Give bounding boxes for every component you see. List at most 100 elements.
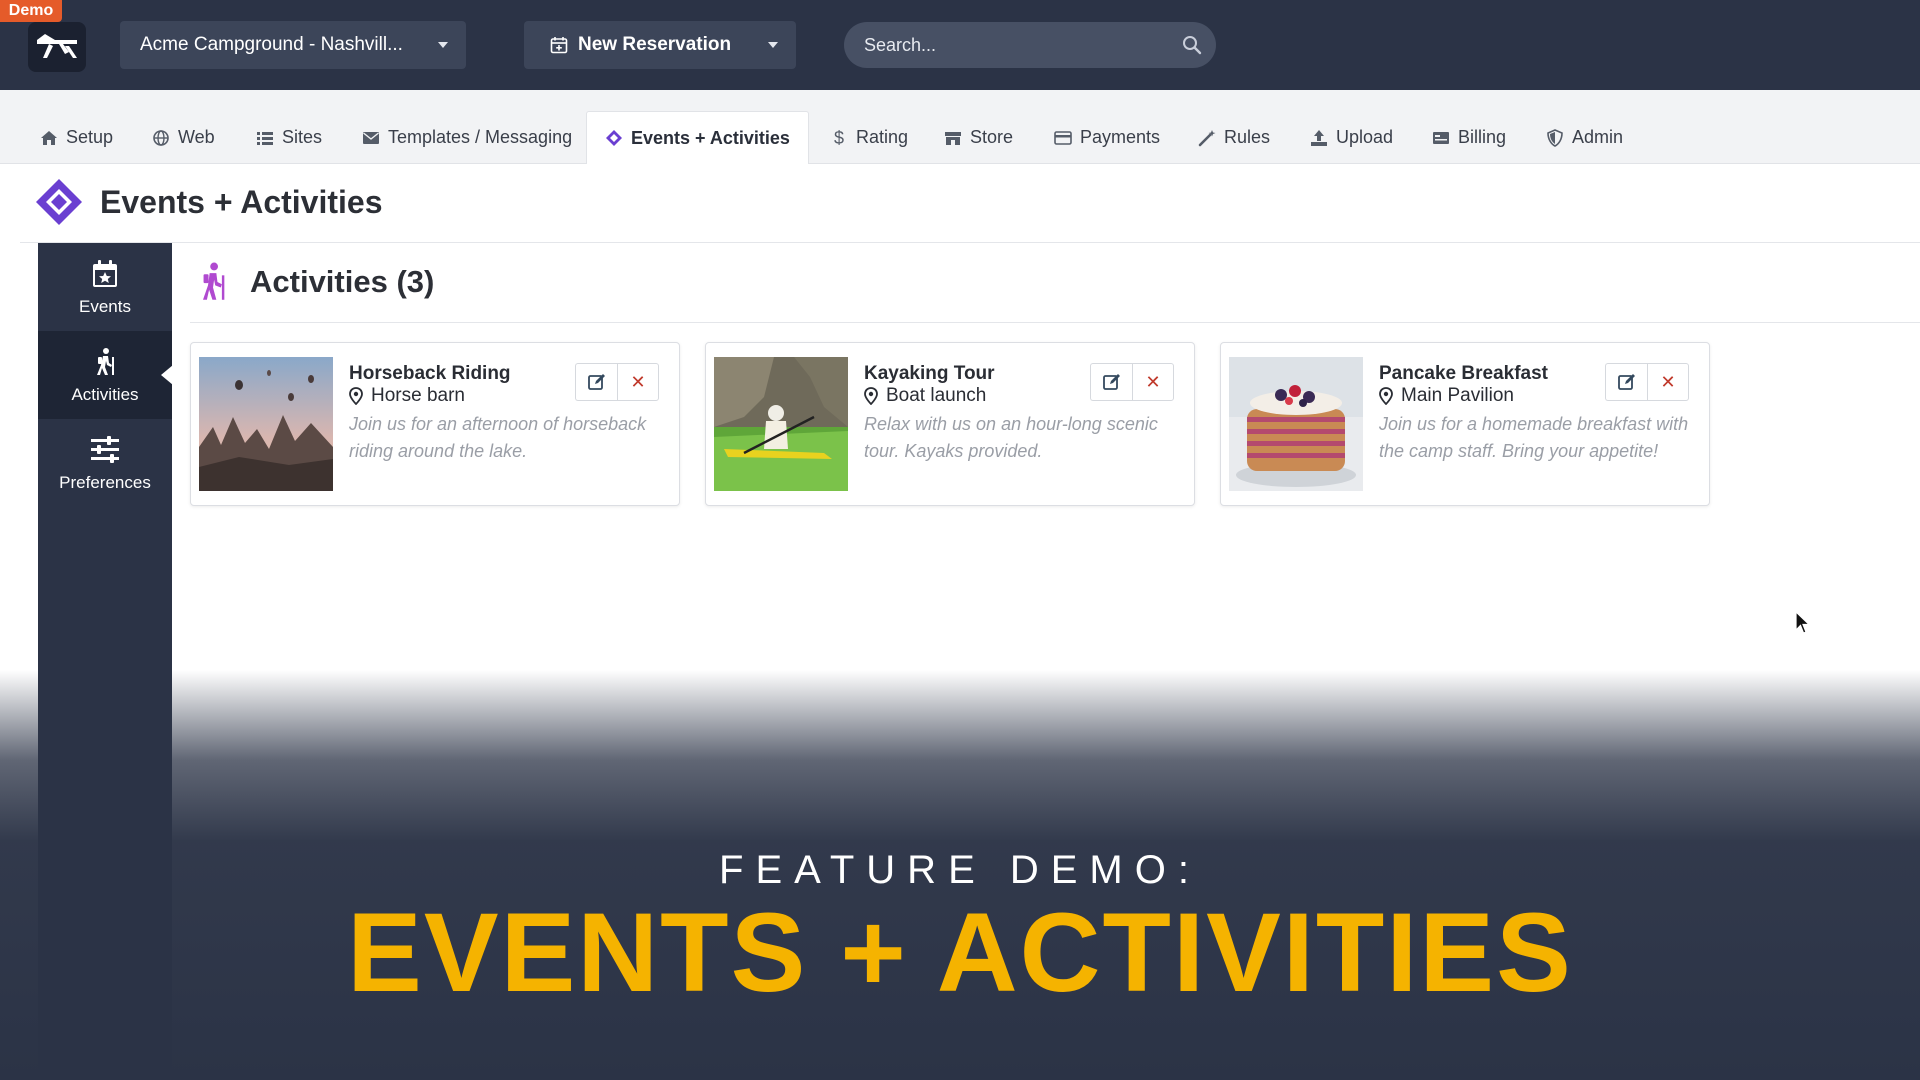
shield-icon [1547,128,1563,147]
section-header: Activities (3) [196,256,434,308]
tab-upload[interactable]: Upload [1310,111,1393,164]
new-reservation-button[interactable]: New Reservation [524,21,796,69]
tab-label: Upload [1336,127,1394,147]
delete-button[interactable]: ✕ [1132,363,1174,401]
sidebar-item-label: Activities [71,385,139,404]
tab-admin[interactable]: Admin [1546,111,1623,164]
activity-card[interactable]: Pancake Breakfast Main Pavilion Join us … [1220,342,1710,506]
tab-billing[interactable]: Billing [1432,111,1506,164]
credit-card-icon [1054,130,1072,145]
sliders-icon [91,436,119,463]
activity-image [714,357,848,491]
activity-title: Kayaking Tour [864,363,995,384]
calendar-star-icon [93,260,117,287]
tab-label: Web [178,127,215,147]
map-pin-icon [349,387,363,405]
magic-wand-icon [1198,129,1216,146]
top-bar: Demo Acme Campground - Nashvill... New R… [0,0,1920,90]
search-icon[interactable] [1182,35,1202,55]
sidebar-item-label: Events [79,297,131,316]
close-icon: ✕ [1145,371,1161,392]
new-reservation-label: New Reservation [578,34,732,55]
edit-icon [587,374,605,390]
sidebar-item-activities[interactable]: Activities [38,331,173,419]
divider [190,322,1920,323]
activity-location-label: Boat launch [886,385,987,406]
tab-rating[interactable]: $ Rating [830,111,908,164]
map-pin-icon [864,387,878,405]
map-pin-icon [1379,387,1393,405]
tab-events-activities[interactable]: Events + Activities [586,111,809,164]
tab-setup[interactable]: Setup [40,111,113,164]
tab-label: Payments [1080,127,1161,147]
mouse-cursor-icon [1795,611,1811,634]
delete-button[interactable]: ✕ [617,363,659,401]
activity-location: Horse barn [349,385,465,407]
sidebar-item-label: Preferences [59,473,151,492]
close-icon: ✕ [1660,371,1676,392]
pancake-photo [1229,357,1363,491]
activity-card[interactable]: Kayaking Tour Boat launch Relax with us … [705,342,1195,506]
app-logo[interactable] [28,22,86,72]
activity-description: Relax with us on an hour-long scenic tou… [864,414,1158,461]
activity-title: Horseback Riding [349,363,511,384]
delete-button[interactable]: ✕ [1647,363,1689,401]
balloons-landscape-photo [199,357,333,491]
calendar-plus-icon [550,37,568,54]
tab-label: Rules [1224,127,1271,147]
activity-location-label: Main Pavilion [1401,385,1514,406]
list-icon [257,131,273,145]
hiking-icon [203,262,225,300]
page-header: Events + Activities [34,176,383,228]
edit-button[interactable] [1605,363,1647,401]
activity-card[interactable]: Horseback Riding Horse barn Join us for … [190,342,680,506]
edit-icon [1102,374,1120,390]
tab-label: Sites [282,127,323,147]
tab-label: Events + Activities [631,127,790,148]
search-placeholder: Search... [864,35,937,55]
tab-rules[interactable]: Rules [1198,111,1270,164]
edit-button[interactable] [1090,363,1132,401]
activity-image [199,357,333,491]
sidebar-item-events[interactable]: Events [38,243,172,331]
chevron-down-icon [438,42,448,48]
search-input[interactable]: Search... [844,22,1216,68]
upload-icon [1311,129,1327,146]
activity-description: Join us for a homemade breakfast with th… [1379,414,1689,461]
logo-icon [37,34,77,58]
tab-sites[interactable]: Sites [256,111,322,164]
tab-payments[interactable]: Payments [1054,111,1160,164]
tab-label: Admin [1572,127,1624,147]
tab-label: Billing [1458,127,1507,147]
activity-image [1229,357,1363,491]
activity-location: Boat launch [864,385,986,407]
ticket-icon [36,179,82,225]
overlay-subtitle: FEATURE DEMO: [719,848,1201,892]
activity-location: Main Pavilion [1379,385,1514,407]
tab-templates-messaging[interactable]: Templates / Messaging [362,111,572,164]
globe-icon [153,129,169,146]
campground-select[interactable]: Acme Campground - Nashvill... [120,21,466,69]
demo-badge: Demo [0,0,62,22]
hiking-icon [97,348,114,375]
chevron-down-icon[interactable] [768,42,778,48]
section-title: Activities (3) [250,264,435,299]
tab-label: Templates / Messaging [388,127,573,147]
campground-select-value: Acme Campground - Nashvill... [140,34,403,55]
kayak-photo [714,357,848,491]
activity-title: Pancake Breakfast [1379,363,1548,384]
main-nav: Setup Web Sites Templates / Messaging Ev… [0,90,1920,164]
tab-web[interactable]: Web [152,111,215,164]
sidebar-item-preferences[interactable]: Preferences [38,419,172,507]
close-icon: ✕ [630,371,646,392]
tab-store[interactable]: Store [944,111,1013,164]
activity-description: Join us for an afternoon of horseback ri… [349,414,647,461]
overlay-title: EVENTS + ACTIVITIES [347,890,1573,1015]
edit-icon [1617,374,1635,390]
envelope-icon [363,131,379,144]
divider [20,242,1920,243]
page-title: Events + Activities [100,183,383,220]
tab-label: Rating [856,127,909,147]
edit-button[interactable] [575,363,617,401]
tab-label: Store [970,127,1014,147]
